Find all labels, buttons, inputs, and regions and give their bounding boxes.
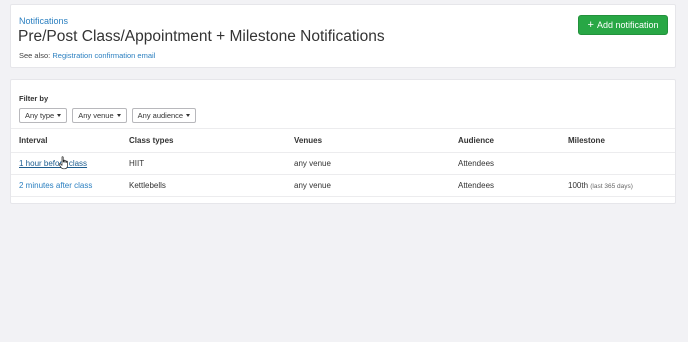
page-title: Pre/Post Class/Appointment + Milestone N… (18, 28, 385, 45)
column-header-milestone: Milestone (560, 128, 675, 153)
notifications-panel: Filter by Any type Any venue Any audienc… (10, 79, 676, 204)
hand-pointer-icon (58, 156, 68, 170)
cell-milestone (560, 152, 675, 175)
add-notification-button[interactable]: + Add notification (578, 15, 668, 35)
interval-link[interactable]: 1 hour before class (19, 159, 87, 168)
cell-interval: 2 minutes after class (11, 174, 121, 197)
milestone-value: 100th (568, 181, 589, 190)
see-also-label: See also: (19, 51, 51, 60)
filter-type-dropdown[interactable]: Any type (19, 108, 68, 123)
registration-confirmation-link[interactable]: Registration confirmation email (52, 51, 155, 60)
cell-class-types: HIIT (121, 152, 286, 175)
table-row: 2 minutes after class Kettlebells any ve… (11, 174, 675, 197)
caret-down-icon (116, 114, 121, 117)
cell-audience: Attendees (450, 174, 560, 197)
column-header-class-types: Class types (121, 128, 286, 153)
cell-class-types: Kettlebells (121, 174, 286, 197)
column-header-venues: Venues (286, 128, 450, 153)
cell-milestone: 100th (last 365 days) (560, 174, 675, 197)
cell-venues: any venue (286, 152, 450, 175)
filter-venue-dropdown[interactable]: Any venue (72, 108, 127, 123)
cell-audience: Attendees (450, 152, 560, 175)
table-row: 1 hour before class HIIT any venue Atten… (11, 152, 675, 175)
notifications-table: Interval Class types Venues Audience Mil… (11, 128, 675, 197)
cell-venues: any venue (286, 174, 450, 197)
column-header-interval: Interval (11, 128, 121, 153)
caret-down-icon (186, 114, 191, 117)
column-header-audience: Audience (450, 128, 560, 153)
filter-bar: Any type Any venue Any audience (19, 108, 197, 123)
page-header: Notifications Pre/Post Class/Appointment… (10, 4, 676, 68)
filter-audience-label: Any audience (137, 111, 184, 120)
table-header-row: Interval Class types Venues Audience Mil… (11, 128, 675, 153)
see-also: See also: Registration confirmation emai… (19, 51, 155, 60)
breadcrumb-notifications[interactable]: Notifications (19, 16, 68, 26)
filter-type-label: Any type (25, 111, 55, 120)
filter-label: Filter by (19, 94, 49, 103)
filter-venue-label: Any venue (78, 111, 114, 120)
add-notification-label: Add notification (596, 20, 659, 30)
plus-icon: + (587, 18, 594, 31)
milestone-note: (last 365 days) (590, 183, 633, 190)
caret-down-icon (57, 114, 62, 117)
interval-link[interactable]: 2 minutes after class (19, 181, 92, 190)
filter-audience-dropdown[interactable]: Any audience (131, 108, 197, 123)
